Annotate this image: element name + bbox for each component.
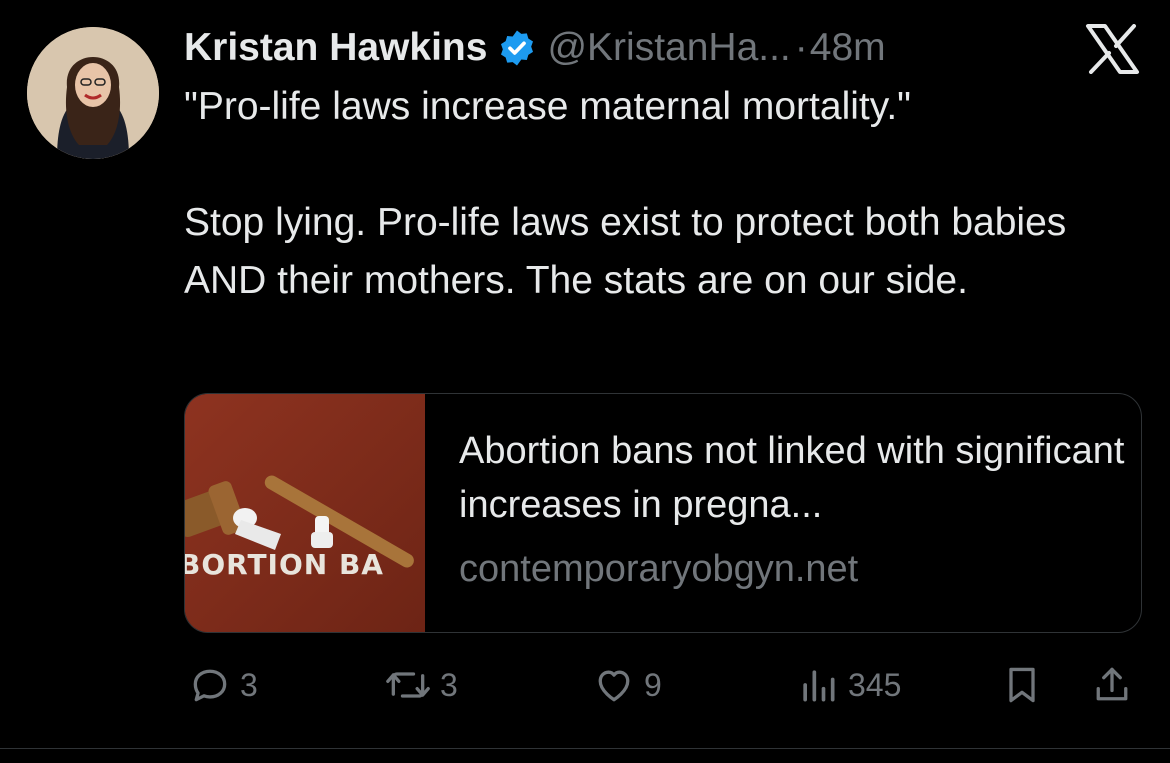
share-button[interactable] (1090, 660, 1134, 710)
tweet-text-quote: "Pro-life laws increase maternal mortali… (184, 85, 912, 128)
tweet-header: Kristan Hawkins @KristanHa... · 48m (184, 20, 886, 76)
reply-icon (193, 669, 227, 702)
tweet-divider (0, 748, 1170, 749)
views-button[interactable]: 345 (796, 660, 901, 710)
bookmark-icon (1009, 667, 1035, 703)
author-avatar[interactable] (27, 27, 159, 159)
tweet-timestamp[interactable]: 48m (810, 20, 886, 76)
views-icon (803, 670, 835, 702)
link-preview-thumbnail: BORTION BA (185, 394, 425, 632)
x-logo-icon[interactable] (1085, 24, 1140, 74)
views-count: 345 (848, 666, 902, 703)
link-preview-body: Abortion bans not linked with significan… (425, 394, 1141, 632)
tweet-text: "Pro-life laws increase maternal mortali… (184, 78, 1144, 310)
like-icon (598, 670, 630, 702)
link-preview-title: Abortion bans not linked with significan… (459, 430, 1125, 526)
avatar-image (27, 27, 159, 159)
reply-button[interactable]: 3 (188, 660, 258, 710)
repost-count: 3 (440, 666, 458, 703)
repost-icon (386, 672, 430, 698)
link-preview-card[interactable]: BORTION BA Abortion bans not linked with… (184, 393, 1142, 633)
repost-button[interactable]: 3 (384, 660, 458, 710)
tweet-text-body: Stop lying. Pro-life laws exist to prote… (184, 201, 1067, 302)
header-separator: · (794, 26, 808, 69)
bookmark-button[interactable] (1000, 660, 1044, 710)
verified-badge-icon (501, 30, 534, 66)
thumbnail-caption: BORTION BA (184, 548, 384, 581)
tweet-action-bar: 3 3 9 345 (184, 660, 1140, 710)
like-button[interactable]: 9 (592, 660, 662, 710)
author-name[interactable]: Kristan Hawkins (184, 20, 487, 76)
author-handle[interactable]: @KristanHa... (547, 20, 790, 76)
link-preview-domain: contemporaryobgyn.net (459, 548, 859, 590)
like-count: 9 (644, 666, 662, 703)
reply-count: 3 (240, 666, 258, 703)
share-icon (1096, 667, 1128, 701)
